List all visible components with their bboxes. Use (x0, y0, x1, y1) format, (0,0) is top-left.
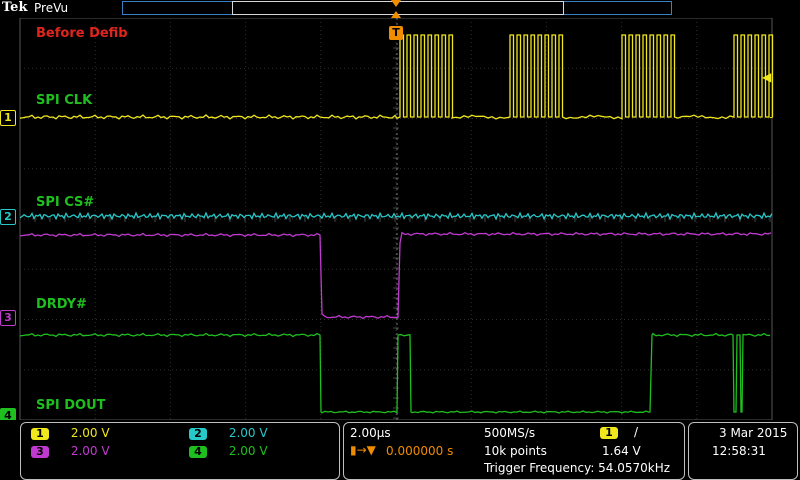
channel-3-readout[interactable]: 3 2.00 V (31, 444, 110, 458)
trigger-source-chip[interactable]: 1 (600, 427, 618, 439)
trigger-level-icon[interactable]: ◀ (762, 70, 771, 84)
channel-readout-panel: 1 2.00 V 2 2.00 V 3 2.00 V 4 2.00 V (20, 422, 340, 480)
trigger-position-icon-small: ▮→▼ (350, 443, 376, 457)
channel-1-scale: 2.00 V (70, 426, 110, 440)
time: 12:58:31 (712, 444, 766, 458)
channel-3-chip: 3 (31, 446, 49, 458)
label-spi-clk: SPI CLK (36, 93, 93, 108)
channel-1-marker[interactable]: 1 (0, 110, 16, 126)
label-spi-cs: SPI CS# (36, 195, 95, 210)
channel-1-chip: 1 (31, 428, 49, 440)
waveform-ch4 (19, 332, 771, 414)
trigger-position-icon[interactable] (391, 0, 401, 18)
waveform-ch3 (19, 231, 772, 320)
horizontal-position[interactable]: 0.000000 s (386, 444, 453, 458)
channel-4-chip: 4 (189, 446, 207, 458)
channel-2-chip: 2 (189, 428, 207, 440)
channel-3-marker[interactable]: 3 (0, 310, 16, 326)
top-status-bar: Tek PreVu (0, 0, 800, 18)
horizontal-scale[interactable]: 2.00µs (350, 426, 391, 440)
screen-title: Before Defib (36, 26, 128, 41)
channel-4-readout[interactable]: 4 2.00 V (189, 444, 268, 458)
readout-bar: 1 2.00 V 2 2.00 V 3 2.00 V 4 2.00 V 2.00… (0, 420, 800, 480)
timebase-trigger-panel: 2.00µs 500MS/s ▮→▼ 0.000000 s 10k points… (343, 422, 685, 480)
channel-4-scale: 2.00 V (228, 444, 268, 458)
trigger-frequency: Trigger Frequency: 54.0570kHz (484, 461, 671, 475)
channel-1-readout[interactable]: 1 2.00 V (31, 426, 110, 440)
trigger-slope-icon: / (634, 425, 639, 439)
channel-3-scale: 2.00 V (70, 444, 110, 458)
trigger-marker[interactable]: T (389, 26, 403, 40)
sample-rate: 500MS/s (484, 426, 536, 440)
trigger-level[interactable]: 1.64 V (602, 444, 641, 458)
channel-2-marker[interactable]: 2 (0, 209, 16, 225)
brand-logo: Tek (2, 0, 28, 15)
label-drdy: DRDY# (36, 297, 87, 312)
datetime-panel: 3 Mar 2015 12:58:31 (688, 422, 798, 480)
channel-2-scale: 2.00 V (228, 426, 268, 440)
date: 3 Mar 2015 (719, 426, 788, 440)
channel-2-readout[interactable]: 2 2.00 V (189, 426, 268, 440)
label-spi-dout: SPI DOUT (36, 398, 106, 413)
waveform-display[interactable]: Before Defib SPI CLK SPI CS# DRDY# SPI D… (0, 18, 800, 424)
record-length: 10k points (484, 444, 547, 458)
acquisition-mode: PreVu (34, 1, 69, 15)
